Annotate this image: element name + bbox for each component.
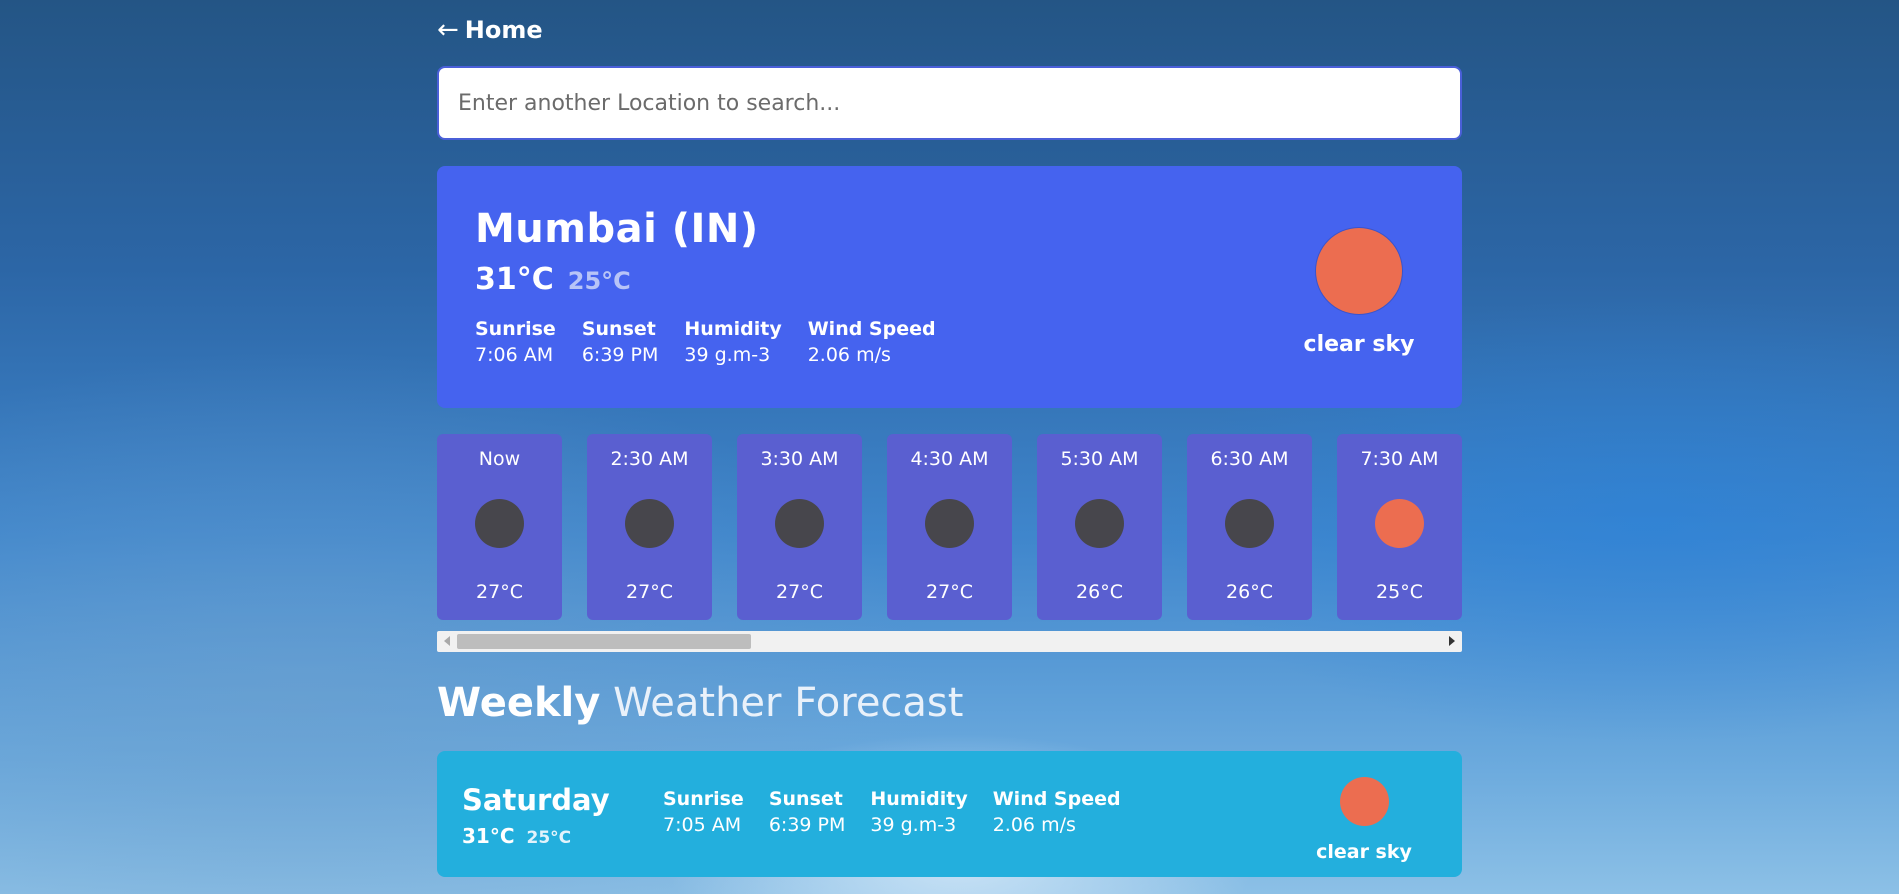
stat-sunrise: Sunrise 7:05 AM [663, 788, 744, 836]
current-description: clear sky [1303, 332, 1415, 357]
scroll-left-icon[interactable] [444, 636, 450, 646]
moon-icon [625, 499, 674, 548]
hour-temp: 27°C [926, 581, 973, 603]
weather-page: { "nav": { "arrow": "←", "home_label": "… [0, 0, 1899, 894]
stat-label: Humidity [870, 788, 968, 810]
back-arrow-icon: ← [437, 15, 459, 45]
stat-sunset: Sunset 6:39 PM [769, 788, 846, 836]
day-temp-min: 25°C [526, 828, 572, 848]
scroll-right-icon[interactable] [1449, 636, 1455, 646]
stat-value: 6:39 PM [581, 344, 659, 366]
hour-temp: 27°C [476, 581, 523, 603]
stat-value: 2.06 m/s [992, 814, 1076, 836]
current-condition: clear sky [1299, 228, 1419, 357]
stat-label: Sunset [768, 788, 843, 810]
home-link[interactable]: ← Home [437, 14, 543, 46]
stat-label: Sunrise [663, 788, 744, 810]
hour-card: 4:30 AM 27°C [887, 434, 1012, 620]
current-temp-max: 31°C [475, 262, 554, 297]
hour-time: Now [478, 448, 521, 470]
hour-temp: 27°C [776, 581, 823, 603]
day-stats: Sunrise 7:05 AM Sunset 6:39 PM Humidity … [663, 788, 1121, 836]
current-stats: Sunrise 7:06 AM Sunset 6:39 PM Humidity … [475, 318, 936, 366]
stat-value: 7:06 AM [475, 344, 554, 366]
search-box[interactable] [437, 66, 1462, 140]
hour-card: 7:30 AM 25°C [1337, 434, 1462, 620]
stat-value: 39 g.m-3 [684, 344, 771, 366]
hour-temp: 25°C [1376, 581, 1423, 603]
hour-time: 3:30 AM [760, 448, 839, 470]
weekly-title-bold: Weekly [437, 680, 601, 726]
stat-sunrise: Sunrise 7:06 AM [475, 318, 556, 366]
stat-label: Sunrise [475, 318, 556, 340]
stat-label: Humidity [684, 318, 782, 340]
stat-value: 2.06 m/s [807, 344, 891, 366]
city-name: Mumbai (IN) [475, 206, 759, 252]
moon-icon [1075, 499, 1124, 548]
hour-time: 4:30 AM [910, 448, 989, 470]
stat-value: 7:05 AM [663, 814, 742, 836]
scrollbar-thumb[interactable] [457, 634, 751, 649]
hour-card: 6:30 AM 26°C [1187, 434, 1312, 620]
hour-time: 5:30 AM [1060, 448, 1139, 470]
weekly-title: Weekly Weather Forecast [437, 680, 963, 726]
day-condition: clear sky [1309, 777, 1419, 863]
home-label: Home [464, 16, 543, 44]
hour-card: 2:30 AM 27°C [587, 434, 712, 620]
day-description: clear sky [1316, 841, 1412, 863]
current-temp-min: 25°C [567, 267, 631, 295]
stat-humidity: Humidity 39 g.m-3 [684, 318, 781, 366]
hour-time: 2:30 AM [610, 448, 689, 470]
stat-sunset: Sunset 6:39 PM [582, 318, 659, 366]
hour-temp: 26°C [1226, 581, 1273, 603]
hour-temp: 26°C [1076, 581, 1123, 603]
hour-card: 5:30 AM 26°C [1037, 434, 1162, 620]
hourly-scrollbar[interactable] [437, 631, 1462, 652]
moon-icon [925, 499, 974, 548]
moon-icon [475, 499, 524, 548]
stat-value: 6:39 PM [768, 814, 846, 836]
hour-card: Now 27°C [437, 434, 562, 620]
stat-wind-speed: Wind Speed 2.06 m/s [808, 318, 936, 366]
location-search-input[interactable] [458, 90, 1441, 116]
moon-icon [1225, 499, 1274, 548]
day-forecast-card: Saturday 31°C 25°C Sunrise 7:05 AM Sunse… [437, 751, 1462, 877]
hourly-forecast[interactable]: Now 27°C 2:30 AM 27°C 3:30 AM 27°C 4:30 … [437, 434, 1462, 620]
hour-temp: 27°C [626, 581, 673, 603]
stat-label: Sunset [581, 318, 656, 340]
hour-time: 7:30 AM [1360, 448, 1439, 470]
day-temp-max: 31°C [462, 824, 515, 848]
current-weather-card: Mumbai (IN) 31°C 25°C Sunrise 7:06 AM Su… [437, 166, 1462, 408]
sun-icon [1316, 228, 1402, 314]
day-temps: 31°C 25°C [462, 824, 571, 848]
stat-wind-speed: Wind Speed 2.06 m/s [993, 788, 1121, 836]
weekly-title-rest: Weather Forecast [613, 680, 964, 726]
day-name: Saturday [462, 783, 610, 817]
sun-icon [1339, 777, 1389, 826]
sun-icon [1375, 499, 1424, 548]
stat-value: 39 g.m-3 [870, 814, 957, 836]
moon-icon [775, 499, 824, 548]
current-temps: 31°C 25°C [475, 262, 631, 297]
stat-humidity: Humidity 39 g.m-3 [870, 788, 967, 836]
hour-card: 3:30 AM 27°C [737, 434, 862, 620]
stat-label: Wind Speed [992, 788, 1121, 810]
stat-label: Wind Speed [807, 318, 936, 340]
hour-time: 6:30 AM [1210, 448, 1289, 470]
